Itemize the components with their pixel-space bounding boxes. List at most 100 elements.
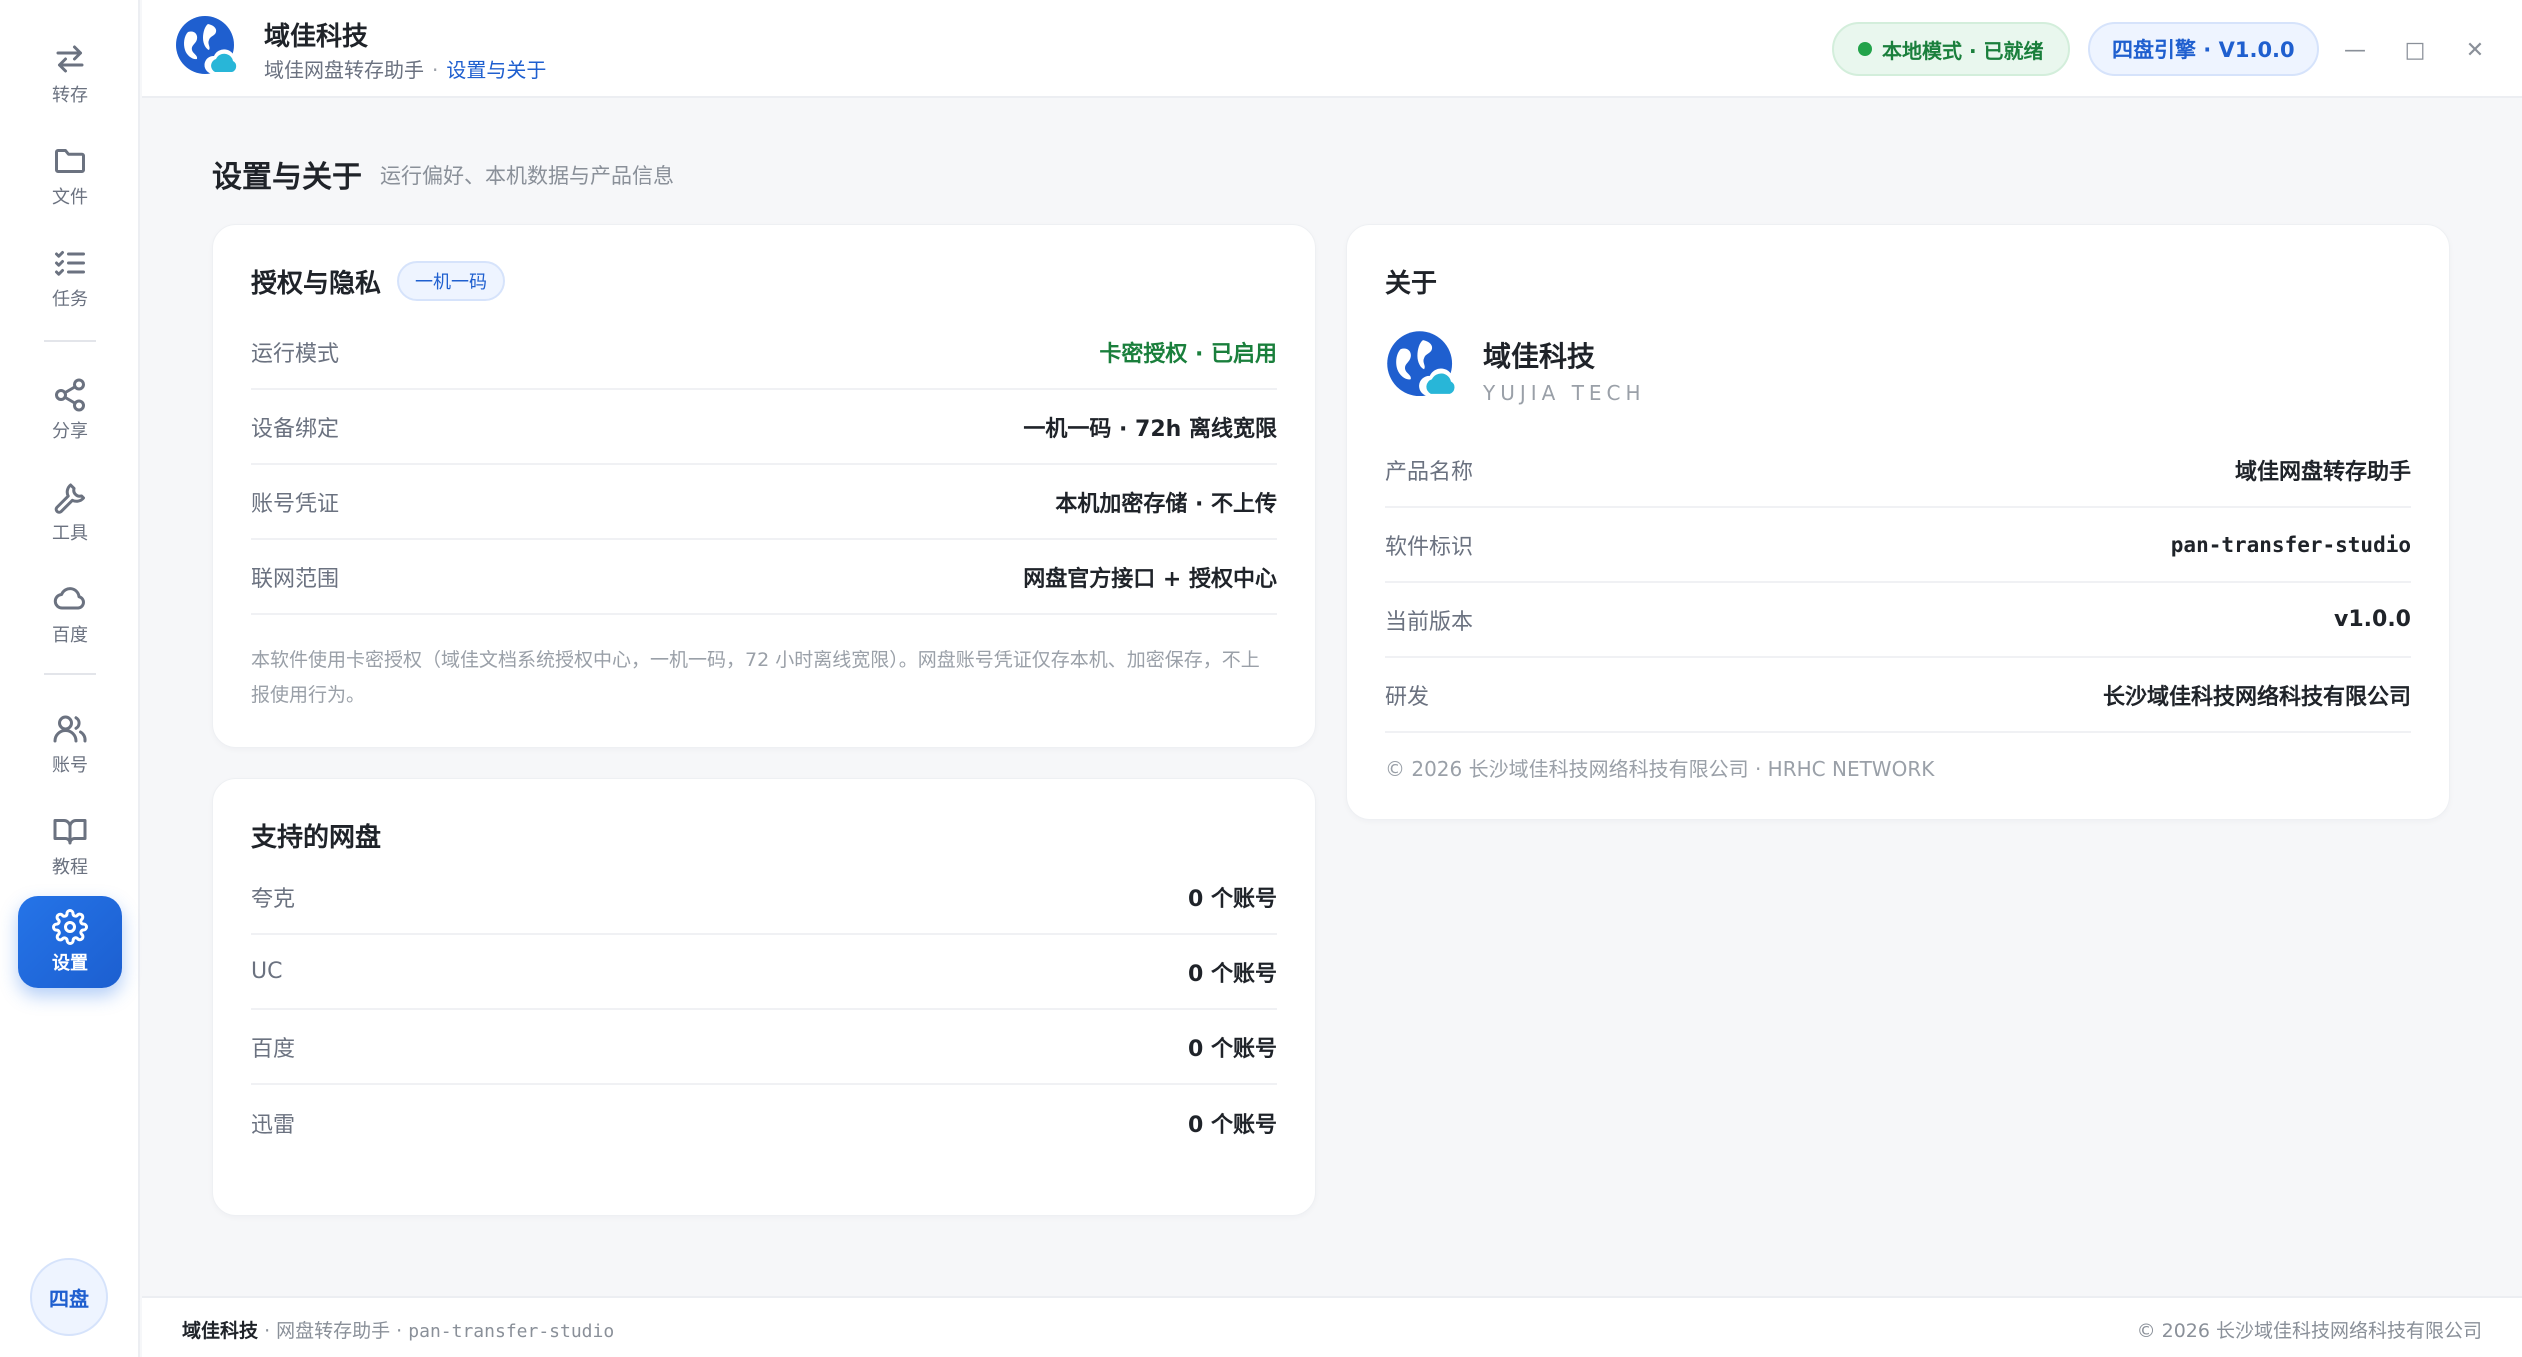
card-title: 授权与隐私 — [251, 269, 382, 299]
row-key: 设备绑定 — [251, 416, 340, 442]
header: 域佳科技 域佳网盘转存助手 · 设置与关于 本地模式 · 已就绪 四盘引擎 · V1… — [142, 0, 2522, 98]
sidebar-item-share[interactable]: 分享 — [18, 364, 122, 456]
page-subtitle: 运行偏好、本机数据与产品信息 — [380, 164, 674, 188]
brand-english-name: YUJIA TECH — [1483, 381, 1646, 405]
privacy-note: 本软件使用卡密授权（域佳文档系统授权中心，一机一码，72 小时离线宽限）。网盘账… — [251, 649, 1260, 706]
info-row: 联网范围 网盘官方接口 + 授权中心 — [251, 540, 1277, 615]
sidebar-item-label: 任务 — [52, 289, 88, 310]
row-key: 账号凭证 — [251, 491, 340, 517]
users-icon — [53, 715, 87, 743]
footer-copyright: © 2026 长沙域佳科技网络科技有限公司 — [2136, 1320, 2482, 1342]
drive-name: 迅雷 — [251, 1112, 296, 1138]
auth-privacy-card: 授权与隐私 一机一码 运行模式 卡密授权 · 已启用 设备绑定 一机一码 · 7… — [212, 224, 1316, 748]
info-row: 软件标识 pan-transfer-studio — [1385, 508, 2411, 583]
footer-brand: 域佳科技 — [182, 1320, 259, 1342]
book-icon — [53, 819, 87, 845]
row-value: 网盘官方接口 + 授权中心 — [1023, 566, 1277, 592]
engine-version-badge[interactable]: 四盘引擎 · V1.0.0 — [2088, 22, 2319, 76]
sidebar-item-tasks[interactable]: 任务 — [18, 232, 122, 324]
drive-name: UC — [251, 959, 283, 984]
breadcrumb-separator: · — [432, 58, 439, 82]
footer: 域佳科技 · 网盘转存助手 · pan-transfer-studio © 20… — [142, 1296, 2522, 1357]
row-key: 当前版本 — [1385, 609, 1474, 635]
minimize-button[interactable]: — — [2335, 30, 2375, 70]
sidebar-item-label: 分享 — [52, 421, 88, 442]
share-icon — [55, 378, 85, 412]
row-value: 长沙域佳科技网络科技有限公司 — [2102, 684, 2411, 710]
close-button[interactable]: ✕ — [2455, 30, 2495, 70]
drive-row: 百度 0 个账号 — [251, 1010, 1277, 1085]
sidebar-item-label: 工具 — [52, 523, 88, 544]
row-key: 联网范围 — [251, 566, 340, 592]
sidebar-item-transfer[interactable]: 转存 — [18, 28, 122, 120]
breadcrumb: 域佳网盘转存助手 · 设置与关于 — [264, 54, 546, 83]
drive-name: 夸克 — [251, 886, 296, 912]
row-value: pan-transfer-studio — [2170, 532, 2411, 557]
status-badge: 本地模式 · 已就绪 — [1832, 22, 2070, 76]
globe-cloud-logo-icon — [176, 16, 240, 74]
supported-drives-card: 支持的网盘 夸克 0 个账号 UC 0 个账号 百度 0 个账号 迅雷 0 个账… — [212, 778, 1316, 1216]
info-row: 产品名称 域佳网盘转存助手 — [1385, 433, 2411, 508]
drive-row: UC 0 个账号 — [251, 935, 1277, 1010]
status-text: 本地模式 · 已就绪 — [1882, 38, 2044, 63]
about-card: 关于 域佳科技 YUJIA TECH 产品名称 域佳网盘转存助手 软件标识 pa… — [1346, 224, 2450, 820]
sidebar-item-label: 百度 — [52, 625, 88, 646]
maximize-button[interactable]: □ — [2395, 30, 2435, 70]
row-value: 卡密授权 · 已启用 — [1099, 341, 1277, 367]
sidebar-item-accounts[interactable]: 账号 — [18, 698, 122, 790]
card-title: 关于 — [1385, 269, 1438, 299]
sidebar-item-tutorial[interactable]: 教程 — [18, 800, 122, 892]
drive-row: 夸克 0 个账号 — [251, 860, 1277, 935]
row-key: 运行模式 — [251, 341, 340, 367]
sidebar-item-label: 文件 — [52, 187, 88, 208]
info-row: 设备绑定 一机一码 · 72h 离线宽限 — [251, 390, 1277, 465]
page-title: 设置与关于 — [212, 160, 362, 195]
account-count: 0 个账号 — [1188, 1112, 1277, 1138]
account-count: 0 个账号 — [1188, 961, 1277, 987]
row-value: v1.0.0 — [2334, 607, 2411, 632]
sidebar-item-label: 教程 — [52, 857, 88, 878]
app-window: 转存 文件 任务 分享 工具 百度 账号 教程 设置 四盘 域佳科技 域佳网盘转… — [0, 0, 2522, 1357]
row-key: 研发 — [1385, 684, 1430, 710]
sidebar-divider — [44, 673, 96, 675]
info-row: 当前版本 v1.0.0 — [1385, 583, 2411, 658]
cloud-icon — [53, 587, 85, 610]
wrench-icon — [54, 483, 85, 514]
drive-row: 迅雷 0 个账号 — [251, 1085, 1277, 1160]
sidebar-item-settings[interactable]: 设置 — [18, 896, 122, 988]
footer-id: pan-transfer-studio — [408, 1321, 615, 1342]
info-row: 运行模式 卡密授权 · 已启用 — [251, 315, 1277, 390]
gear-icon — [52, 909, 88, 945]
globe-cloud-logo-icon — [1387, 331, 1459, 397]
sidebar-item-files[interactable]: 文件 — [18, 130, 122, 222]
footer-product: · 网盘转存助手 · — [264, 1320, 403, 1342]
brand-name: 域佳科技 — [1483, 340, 1596, 373]
folder-icon — [55, 149, 85, 173]
row-value: 一机一码 · 72h 离线宽限 — [1023, 416, 1277, 442]
sidebar-item-label: 账号 — [52, 755, 88, 776]
engine-chip[interactable]: 四盘 — [30, 1258, 108, 1336]
drive-name: 百度 — [251, 1036, 296, 1062]
license-tag: 一机一码 — [397, 261, 505, 301]
transfer-arrows-icon — [56, 45, 84, 73]
sidebar-item-baidu[interactable]: 百度 — [18, 568, 122, 660]
card-title: 支持的网盘 — [251, 823, 382, 853]
info-row: 研发 长沙域佳科技网络科技有限公司 — [1385, 658, 2411, 733]
row-key: 产品名称 — [1385, 459, 1474, 485]
sidebar-item-label: 转存 — [52, 85, 88, 106]
sidebar-divider — [44, 340, 96, 342]
status-dot-icon — [1858, 42, 1872, 56]
account-count: 0 个账号 — [1188, 886, 1277, 912]
breadcrumb-current: 设置与关于 — [446, 58, 547, 82]
app-title: 域佳科技 — [264, 22, 369, 52]
sidebar-item-tools[interactable]: 工具 — [18, 466, 122, 558]
row-value: 域佳网盘转存助手 — [2234, 459, 2411, 485]
footer-info: 域佳科技 · 网盘转存助手 · pan-transfer-studio — [182, 1316, 614, 1343]
info-row: 账号凭证 本机加密存储 · 不上传 — [251, 465, 1277, 540]
sidebar: 转存 文件 任务 分享 工具 百度 账号 教程 设置 四盘 — [0, 0, 140, 1357]
checklist-icon — [55, 251, 85, 276]
row-key: 软件标识 — [1385, 534, 1474, 560]
sidebar-item-label: 设置 — [52, 953, 88, 974]
breadcrumb-root[interactable]: 域佳网盘转存助手 — [264, 58, 424, 82]
account-count: 0 个账号 — [1188, 1036, 1277, 1062]
